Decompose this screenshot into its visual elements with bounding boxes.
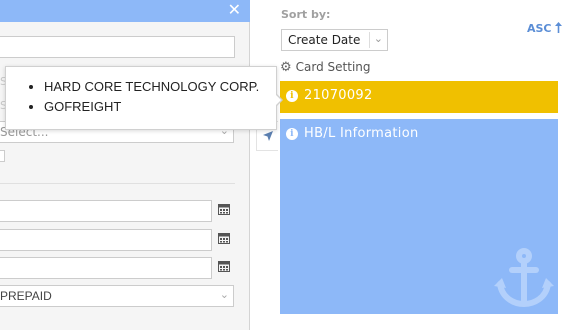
sort-direction-label: ASC — [527, 22, 552, 35]
calendar-icon[interactable] — [214, 257, 234, 279]
filter-panel: ✕ Sc Sc Select... ⌄ PREPAID ⌄ — [0, 0, 250, 330]
gears-icon: ⚙ — [280, 59, 292, 75]
filter-text-input[interactable] — [0, 36, 235, 58]
tooltip-list-item: GOFREIGHT — [44, 97, 259, 117]
parties-tooltip: HARD CORE TECHNOLOGY CORP. GOFREIGHT — [5, 66, 283, 130]
card-title: HB/L Information — [304, 126, 419, 141]
freight-term-value: PREPAID — [0, 289, 52, 303]
arrow-up-icon — [555, 22, 563, 33]
close-icon[interactable]: ✕ — [228, 1, 241, 19]
anchor-icon — [494, 248, 554, 308]
hbl-information-card[interactable]: i HB/L Information — [280, 119, 558, 314]
tooltip-arrow — [275, 93, 283, 107]
shipment-card[interactable]: i 21070092 — [280, 81, 558, 113]
select-divider — [369, 32, 370, 48]
date-input[interactable] — [0, 200, 212, 222]
tooltip-list: HARD CORE TECHNOLOGY CORP. GOFREIGHT — [28, 77, 259, 117]
calendar-icon[interactable] — [214, 229, 234, 251]
filter-checkbox[interactable] — [0, 150, 5, 162]
sort-direction-toggle[interactable]: ASC — [527, 22, 563, 35]
info-circle-icon[interactable]: i — [286, 89, 298, 102]
card-setting-label: Card Setting — [295, 60, 371, 74]
chevron-down-icon: ⌄ — [373, 32, 383, 45]
divider — [0, 183, 235, 184]
chevron-down-icon: ⌄ — [219, 288, 229, 301]
location-arrow-icon — [263, 131, 273, 141]
info-circle-icon[interactable]: i — [286, 127, 298, 140]
filter-panel-header: ✕ — [0, 0, 250, 22]
date-input[interactable] — [0, 229, 212, 251]
card-setting-button[interactable]: ⚙ Card Setting — [280, 58, 371, 76]
date-input[interactable] — [0, 257, 212, 279]
sort-by-label: Sort by: — [281, 8, 331, 21]
card-title: 21070092 — [304, 88, 373, 103]
calendar-icon[interactable] — [214, 200, 234, 222]
freight-term-select[interactable]: PREPAID ⌄ — [0, 285, 234, 307]
tooltip-list-item: HARD CORE TECHNOLOGY CORP. — [44, 77, 259, 97]
sort-by-select[interactable]: Create Date ⌄ — [281, 29, 388, 51]
sort-by-value: Create Date — [288, 33, 361, 47]
